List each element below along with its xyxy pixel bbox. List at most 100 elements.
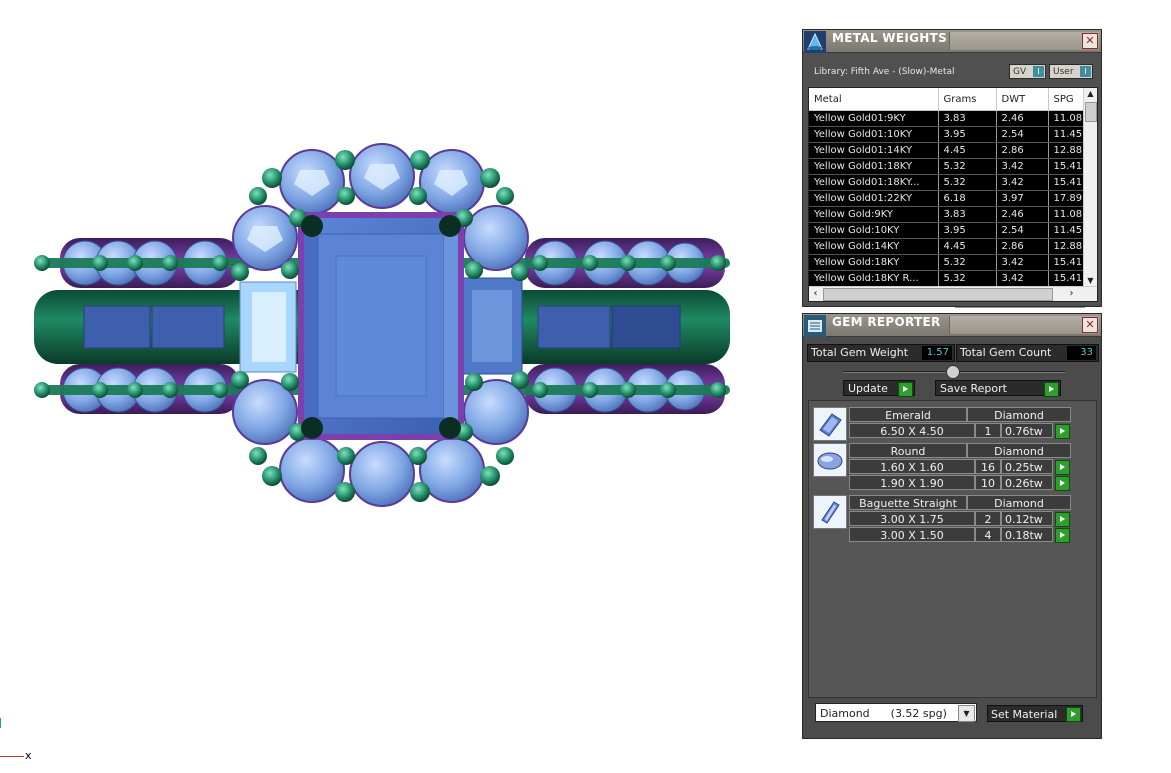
metal-weights-close-button[interactable]: ✕ [1082, 33, 1098, 49]
metal-cell: Yellow Gold01:14KY [809, 142, 939, 159]
gem-material: Diamond [967, 443, 1071, 458]
metal-cell: Yellow Gold:14KY [809, 238, 939, 255]
dwt-cell: 3.97 [996, 190, 1049, 207]
x-axis-indicator [0, 756, 24, 757]
spg-cell: 15.41 [1048, 174, 1084, 191]
dwt-cell: 3.42 [996, 270, 1049, 287]
metal-cell: Yellow Gold01:22KY [809, 190, 939, 207]
grams-cell: 5.32 [938, 174, 997, 191]
select-gem-arrow-icon[interactable] [1055, 528, 1070, 543]
metal-weights-icon [804, 31, 826, 53]
select-gem-arrow-icon[interactable] [1055, 512, 1070, 527]
grams-cell: 3.95 [938, 126, 997, 143]
metal-cell: Yellow Gold01:9KY [809, 110, 939, 127]
gem-reporter-close-button[interactable]: ✕ [1082, 317, 1098, 333]
spg-cell: 12.88 [1048, 238, 1084, 255]
table-row[interactable]: Yellow Gold01:14KY 4.45 2.86 12.88 [809, 142, 1084, 159]
table-row[interactable]: Yellow Gold:9KY 3.83 2.46 11.08 [809, 206, 1084, 223]
metal-weights-grid[interactable]: Metal Grams DWT SPG Yellow Gold01:9KY 3.8… [808, 87, 1098, 302]
gv-toggle-label: GV [1013, 67, 1027, 77]
dwt-cell: 2.46 [996, 110, 1049, 127]
metal-weights-table: Metal Grams DWT SPG Yellow Gold01:9KY 3.8… [809, 88, 1084, 287]
splitter-handle[interactable] [946, 365, 960, 379]
horizontal-scroll-thumb[interactable] [823, 288, 1053, 301]
spg-cell: 15.41 [1048, 158, 1084, 175]
gem-count: 10 [975, 475, 1001, 490]
vertical-scrollbar[interactable]: ▲ ▼ [1083, 88, 1097, 287]
update-button[interactable]: Update [843, 380, 915, 397]
gem-reporter-panel: GEM REPORTER ✕ Total Gem Weight 1.57 Tot… [802, 313, 1102, 739]
set-material-button[interactable]: Set Material [987, 705, 1083, 722]
gem-reporter-icon [804, 315, 826, 337]
material-select-value: Diamond (3.52 spg) [820, 707, 947, 720]
grams-cell: 3.83 [938, 206, 997, 223]
spg-cell: 15.41 [1048, 270, 1084, 287]
material-select[interactable]: Diamond (3.52 spg) ▼ [815, 703, 977, 722]
table-row[interactable]: Yellow Gold:10KY 3.95 2.54 11.45 [809, 222, 1084, 239]
grams-cell: 3.95 [938, 222, 997, 239]
scroll-up-icon[interactable]: ▲ [1084, 88, 1097, 100]
titlebar-fill [949, 316, 1099, 334]
gv-toggle-indicator: I [1033, 66, 1044, 77]
emerald-cut-icon [813, 407, 847, 441]
table-row[interactable]: Yellow Gold01:18KY 5.32 3.42 15.41 [809, 158, 1084, 175]
save-report-button-label: Save Report [940, 382, 1007, 395]
spg-cell: 11.45 [1048, 222, 1084, 239]
metal-cell: Yellow Gold01:18KY... [809, 174, 939, 191]
set-material-button-label: Set Material [991, 708, 1058, 721]
table-row[interactable]: Yellow Gold:18KY R... 5.32 3.42 15.41 [809, 270, 1084, 287]
play-arrow-icon [1066, 707, 1081, 722]
metal-weights-titlebar[interactable]: METAL WEIGHTS ✕ [803, 30, 1101, 53]
table-row[interactable]: Yellow Gold01:18KY... 5.32 3.42 15.41 [809, 174, 1084, 191]
metal-weights-title: METAL WEIGHTS [832, 31, 948, 45]
scroll-left-icon[interactable]: ‹ [809, 287, 822, 301]
metal-weights-panel: METAL WEIGHTS ✕ Library: Fifth Ave - (Sl… [802, 29, 1102, 307]
3d-viewport[interactable]: x [0, 0, 800, 773]
table-row[interactable]: Yellow Gold01:10KY 3.95 2.54 11.45 [809, 126, 1084, 143]
user-toggle-label: User [1053, 67, 1074, 77]
select-gem-arrow-icon[interactable] [1055, 476, 1070, 491]
scroll-right-icon[interactable]: › [1065, 287, 1078, 301]
library-label: Library: Fifth Ave - (Slow)-Metal [814, 67, 955, 77]
column-header-spg[interactable]: SPG [1048, 88, 1084, 111]
gem-reporter-titlebar[interactable]: GEM REPORTER ✕ [803, 314, 1101, 337]
user-toggle-indicator: I [1080, 66, 1091, 77]
metal-cell: Yellow Gold:9KY [809, 206, 939, 223]
dwt-cell: 3.42 [996, 254, 1049, 271]
horizontal-scrollbar[interactable]: ‹ › [809, 286, 1097, 301]
table-row[interactable]: Yellow Gold01:22KY 6.18 3.97 17.89 [809, 190, 1084, 207]
spg-cell: 11.45 [1048, 126, 1084, 143]
metal-cell: Yellow Gold01:10KY [809, 126, 939, 143]
user-toggle[interactable]: User I [1049, 64, 1093, 79]
dwt-cell: 2.86 [996, 238, 1049, 255]
gem-count: 2 [975, 511, 1001, 526]
gem-weight: 0.25tw [1001, 459, 1053, 474]
grams-cell: 5.32 [938, 158, 997, 175]
vertical-scroll-thumb[interactable] [1085, 102, 1097, 122]
gem-shape-baguette: Baguette Straight [849, 495, 967, 510]
gem-weight: 0.76tw [1001, 423, 1053, 438]
total-gem-weight-box: Total Gem Weight 1.57 [807, 344, 955, 362]
gem-size: 3.00 X 1.50 [849, 527, 975, 542]
table-row[interactable]: Yellow Gold01:9KY 3.83 2.46 11.08 [809, 110, 1084, 127]
column-header-grams[interactable]: Grams [938, 88, 997, 111]
dwt-cell: 3.42 [996, 174, 1049, 191]
column-header-metal[interactable]: Metal [809, 88, 939, 111]
select-gem-arrow-icon[interactable] [1055, 460, 1070, 475]
spg-cell: 11.08 [1048, 206, 1084, 223]
chevron-down-icon[interactable]: ▼ [958, 705, 975, 722]
gem-shape-emerald: Emerald [849, 407, 967, 422]
ring-model[interactable] [0, 0, 800, 773]
select-gem-arrow-icon[interactable] [1055, 424, 1070, 439]
column-header-dwt[interactable]: DWT [996, 88, 1049, 111]
grams-cell: 3.83 [938, 110, 997, 127]
play-arrow-icon [1044, 382, 1059, 397]
save-report-button[interactable]: Save Report [935, 380, 1061, 397]
gem-count: 1 [975, 423, 1001, 438]
table-row[interactable]: Yellow Gold:14KY 4.45 2.86 12.88 [809, 238, 1084, 255]
gem-weight: 0.18tw [1001, 527, 1053, 542]
spg-cell: 17.89 [1048, 190, 1084, 207]
gv-toggle[interactable]: GV I [1009, 64, 1046, 79]
gem-size: 1.90 X 1.90 [849, 475, 975, 490]
table-row[interactable]: Yellow Gold:18KY 5.32 3.42 15.41 [809, 254, 1084, 271]
